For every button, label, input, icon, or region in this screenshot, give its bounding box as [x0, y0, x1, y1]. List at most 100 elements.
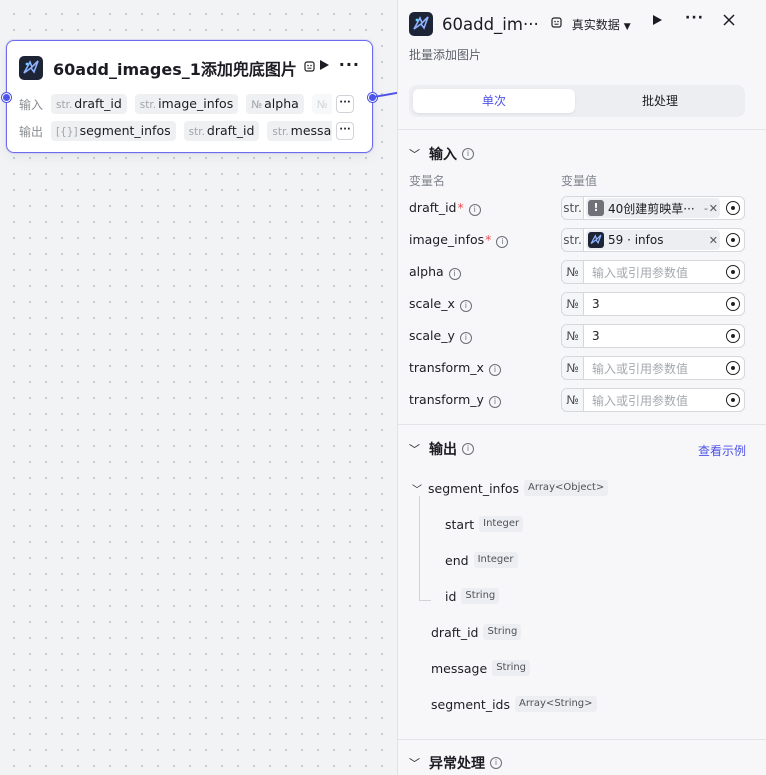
chevron-down-icon: ▼ [623, 21, 631, 32]
panel-header: 60add_im··· 真实数据 ▼ [409, 12, 631, 36]
target-icon[interactable] [726, 329, 740, 343]
type-label: str. [562, 229, 584, 251]
more-button[interactable]: ··· [685, 10, 704, 26]
output-param: str.message [267, 121, 332, 141]
input-value-transform-y[interactable]: № 输入或引用参数值 [561, 388, 745, 412]
close-button[interactable] [723, 14, 735, 30]
close-icon [723, 14, 735, 26]
chevron-up-icon[interactable]: ﹀ [412, 481, 422, 496]
input-value-scale-y[interactable]: № 3 [561, 324, 745, 348]
input-section-title: 输入 [429, 147, 457, 163]
target-icon[interactable] [726, 393, 740, 407]
node-more-button[interactable]: ··· [339, 55, 360, 74]
input-value-alpha[interactable]: № 输入或引用参数值 [561, 260, 745, 284]
run-node-button[interactable] [319, 59, 330, 75]
node-title: 60add_images_1添加兜底图片 [53, 60, 297, 79]
type-label: № [562, 261, 584, 283]
input-param: № alpha [246, 94, 304, 114]
view-example-link[interactable]: 查看示例 [698, 442, 746, 459]
input-name: draft_id* i [409, 196, 481, 220]
input-name: alpha i [409, 260, 461, 284]
type-badge: String [492, 660, 531, 676]
divider [398, 424, 766, 425]
panel-title: 60add_im··· [442, 14, 539, 34]
target-icon[interactable] [726, 297, 740, 311]
target-icon[interactable] [726, 265, 740, 279]
node-inputs-row: 输入 str. draft_id str. image_infos № alpha № [19, 94, 332, 114]
input-row-scale-x: scale_x i № 3 [409, 292, 745, 316]
type-label: str. [562, 197, 584, 219]
output-section-header[interactable]: ﹀ 输出 i [409, 438, 474, 460]
node-outputs-row: 输出 [{}] segment_infos str. draft_id str. me… [19, 121, 332, 141]
target-icon[interactable] [726, 361, 740, 375]
type-label: № [562, 357, 584, 379]
play-icon [320, 60, 329, 70]
input-value-draft-id[interactable]: str. ! 40创建剪映草··· - ✕ [561, 196, 745, 220]
col-value-header: 变量值 [561, 174, 598, 188]
input-name: scale_x i [409, 292, 472, 316]
inputs-label: 输入 [19, 97, 44, 112]
info-icon: i [468, 204, 481, 216]
data-mode-select[interactable]: 真实数据 ▼ [572, 16, 631, 33]
type-badge: String [483, 624, 522, 640]
divider [398, 129, 766, 130]
output-item: ﹀ segment_infos Array<Object> [412, 478, 609, 498]
input-placeholder: 输入或引用参数值 [592, 361, 689, 376]
panel-description: 批量添加图片 [409, 48, 482, 62]
info-icon: i [488, 396, 501, 408]
mode-tabs: 单次 批处理 [409, 85, 745, 117]
reference-tag[interactable]: ! 40创建剪映草··· - ✕ [586, 198, 720, 218]
input-row-alpha: alpha i № 输入或引用参数值 [409, 260, 745, 284]
input-row-scale-y: scale_y i № 3 [409, 324, 745, 348]
exception-section-header[interactable]: ﹀ 异常处理 i [409, 752, 502, 774]
chevron-down-icon: ﹀ [409, 443, 420, 456]
target-icon[interactable] [726, 233, 740, 247]
info-icon: i [496, 236, 509, 248]
template-icon[interactable] [304, 61, 315, 75]
input-section-header[interactable]: ﹀ 输入 i [409, 143, 474, 165]
plugin-logo-icon [19, 56, 43, 80]
output-item: segment_ids Array<String> [431, 694, 597, 714]
info-icon: i [488, 364, 501, 376]
type-badge: Integer [479, 516, 524, 532]
connection-line [373, 91, 397, 101]
output-item: end Integer [445, 550, 518, 570]
info-icon: i [462, 148, 474, 160]
input-value: 3 [592, 297, 600, 311]
type-label: № [562, 325, 584, 347]
outputs-label: 输出 [19, 124, 44, 139]
input-value-transform-x[interactable]: № 输入或引用参数值 [561, 356, 745, 380]
input-value-scale-x[interactable]: № 3 [561, 292, 745, 316]
output-item: start Integer [445, 514, 524, 534]
output-item: draft_id String [431, 622, 522, 642]
plugin-logo-icon [588, 232, 604, 248]
input-port[interactable] [2, 93, 11, 102]
remove-reference-icon[interactable]: ✕ [709, 234, 718, 247]
more-inputs-button[interactable]: ··· [336, 95, 354, 113]
play-icon [653, 15, 662, 25]
template-icon[interactable] [551, 17, 562, 31]
more-outputs-button[interactable]: ··· [336, 122, 354, 140]
remove-reference-icon[interactable]: ✕ [709, 202, 718, 215]
type-badge: Integer [473, 552, 518, 568]
input-row-transform-x: transform_x i № 输入或引用参数值 [409, 356, 745, 380]
info-icon: i [448, 268, 461, 280]
type-label: № [562, 293, 584, 315]
input-placeholder: 输入或引用参数值 [592, 393, 689, 408]
reference-tag[interactable]: 59 · infos ✕ [586, 230, 720, 250]
tab-batch[interactable]: 批处理 [579, 89, 741, 113]
plugin-logo-icon [409, 12, 433, 36]
workflow-node[interactable]: 60add_images_1添加兜底图片 ··· 输入 str. draft_id… [2, 40, 377, 153]
input-row-transform-y: transform_y i № 输入或引用参数值 [409, 388, 745, 412]
run-button[interactable] [652, 14, 663, 30]
output-item: id String [445, 586, 500, 606]
input-placeholder: 输入或引用参数值 [592, 265, 689, 280]
tab-single[interactable]: 单次 [413, 89, 575, 113]
type-badge: Array<Object> [524, 480, 609, 496]
type-badge: String [461, 588, 500, 604]
target-icon[interactable] [726, 201, 740, 215]
input-value-image-infos[interactable]: str. 59 · infos ✕ [561, 228, 745, 252]
output-param: str. draft_id [183, 121, 260, 141]
type-label: № [562, 389, 584, 411]
exception-section-title: 异常处理 [429, 756, 485, 772]
